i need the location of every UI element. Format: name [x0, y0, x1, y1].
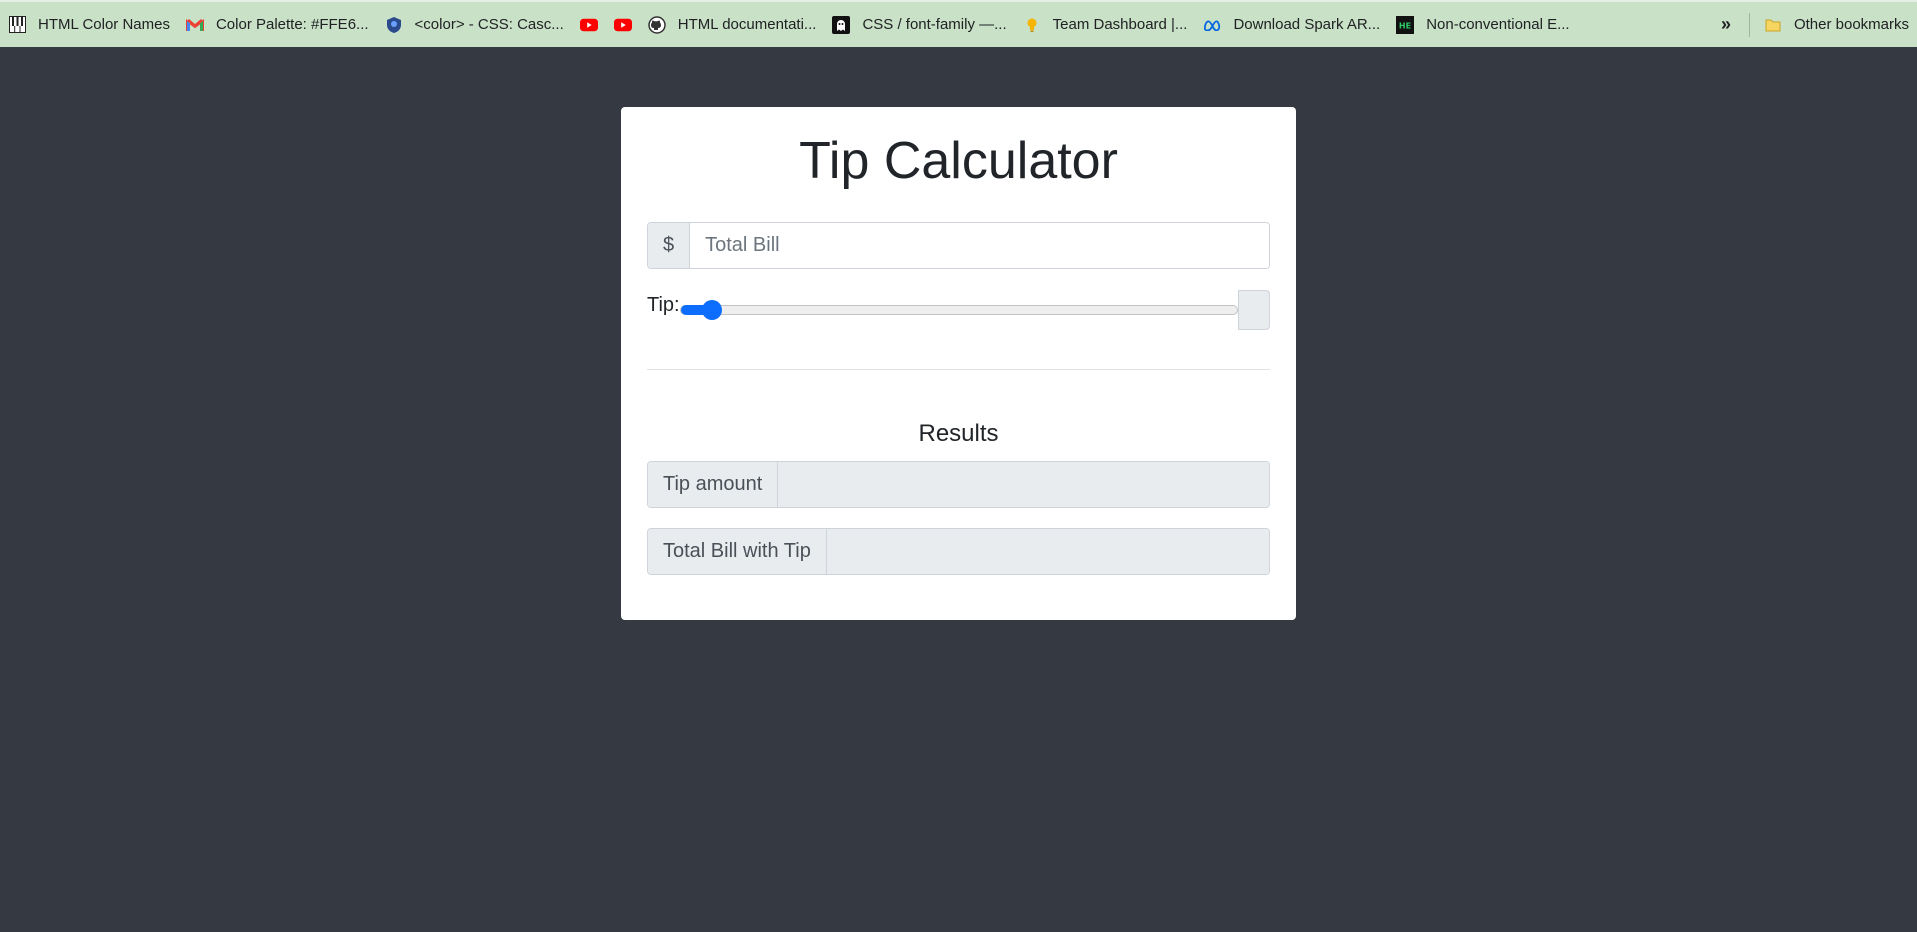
- meta-icon: [1203, 16, 1221, 34]
- bill-input-group: $: [647, 222, 1270, 269]
- tip-label: Tip:: [647, 294, 680, 316]
- tip-amount-label: Tip amount: [648, 462, 779, 507]
- tip-slider-track[interactable]: [680, 305, 1238, 315]
- folder-icon: [1764, 16, 1782, 34]
- bookmark-label: CSS / font-family —...: [862, 16, 1007, 33]
- page-title: Tip Calculator: [799, 132, 1118, 190]
- tip-amount-group: Tip amount: [647, 461, 1270, 508]
- gmail-icon: [185, 16, 204, 34]
- bookmark-css-color[interactable]: <color> - CSS: Casc...: [377, 9, 572, 41]
- bookmark-team-dashboard[interactable]: Team Dashboard |...: [1015, 9, 1196, 41]
- bookmark-label: Team Dashboard |...: [1052, 16, 1188, 33]
- hackerearth-icon: HE: [1396, 15, 1415, 34]
- ghost-icon: [832, 15, 851, 34]
- total-with-tip-group: Total Bill with Tip: [647, 528, 1270, 575]
- results-heading: Results: [918, 420, 999, 447]
- bookmark-html-documentation[interactable]: HTML documentati...: [640, 9, 825, 41]
- bookmarks-separator: [1748, 12, 1750, 37]
- youtube-icon: [613, 16, 632, 34]
- shield-icon: [385, 16, 403, 34]
- total-with-tip-label: Total Bill with Tip: [648, 529, 827, 574]
- tip-calculator-card: Tip Calculator $ Tip: Results Tip amount…: [621, 107, 1296, 620]
- bookmarks-bar: HTML Color Names Color Palette: #FFE6...…: [0, 0, 1917, 47]
- lightbulb-icon: [1023, 16, 1041, 34]
- piano-keys-icon: [8, 16, 26, 34]
- bookmark-color-palette[interactable]: Color Palette: #FFE6...: [178, 9, 377, 41]
- bookmark-label: HTML Color Names: [38, 16, 170, 33]
- bookmark-non-conventional[interactable]: HE Non-conventional E...: [1388, 9, 1577, 41]
- bookmark-label: Color Palette: #FFE6...: [215, 16, 369, 33]
- divider: [647, 369, 1270, 370]
- bookmark-label: Download Spark AR...: [1233, 16, 1381, 33]
- other-bookmarks[interactable]: Other bookmarks: [1756, 9, 1917, 41]
- youtube-icon: [579, 16, 598, 34]
- bookmark-spark-ar[interactable]: Download Spark AR...: [1195, 9, 1388, 41]
- tip-amount-field: [778, 462, 1269, 507]
- tip-slider-thumb[interactable]: [701, 300, 722, 320]
- bookmark-css-font-family[interactable]: CSS / font-family —...: [824, 9, 1014, 41]
- total-bill-input[interactable]: [690, 223, 1269, 268]
- total-with-tip-field: [826, 529, 1269, 574]
- bookmark-label: <color> - CSS: Casc...: [414, 16, 564, 33]
- bookmark-html-color-names[interactable]: HTML Color Names: [0, 9, 178, 41]
- svg-text:HE: HE: [1399, 21, 1411, 30]
- tip-percent-output: [1238, 290, 1270, 330]
- github-icon: [648, 15, 666, 34]
- bookmark-label: Non-conventional E...: [1426, 16, 1570, 33]
- currency-addon: $: [648, 223, 691, 268]
- bookmark-label: HTML documentati...: [677, 16, 817, 33]
- more-bookmarks-chevron[interactable]: »: [1711, 9, 1741, 41]
- other-bookmarks-label: Other bookmarks: [1793, 16, 1909, 33]
- bookmark-youtube-2[interactable]: [606, 9, 640, 41]
- bookmark-youtube-1[interactable]: [572, 9, 606, 41]
